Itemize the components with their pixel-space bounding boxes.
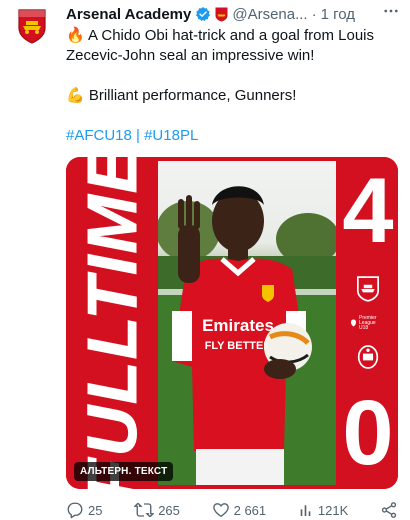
tweet-media-image[interactable]: FULLTIME Emirates FLY BETTER 4 Premier L… bbox=[66, 157, 398, 489]
repost-icon bbox=[134, 502, 155, 518]
timestamp[interactable]: 1 год bbox=[321, 6, 355, 23]
avatar[interactable] bbox=[12, 6, 52, 46]
separator-dot: · bbox=[311, 5, 317, 23]
shirt-sponsor-2: FLY BETTER bbox=[205, 340, 272, 352]
repost-count: 265 bbox=[158, 502, 180, 518]
arsenal-logo-icon bbox=[354, 275, 382, 303]
like-count: 2 661 bbox=[233, 502, 267, 518]
team-logos: Premier League U18 bbox=[346, 275, 390, 371]
affiliate-crest-icon[interactable] bbox=[215, 7, 228, 22]
tweet-actions: 25 265 2 661 121K bbox=[66, 500, 398, 520]
repost-button[interactable]: 265 bbox=[134, 501, 180, 519]
southampton-logo-icon bbox=[354, 343, 382, 371]
reply-count: 25 bbox=[88, 502, 103, 518]
tweet-line-2: 💪 Brilliant performance, Gunners! bbox=[66, 87, 297, 104]
verified-badge-icon bbox=[195, 6, 211, 22]
player-photo: Emirates FLY BETTER bbox=[158, 161, 336, 485]
tweet-line-1: 🔥 A Chido Obi hat-trick and a goal from … bbox=[66, 27, 374, 64]
share-icon bbox=[381, 502, 397, 518]
score-southampton: 0 bbox=[342, 382, 394, 484]
fulltime-banner: FULLTIME bbox=[70, 157, 154, 489]
premier-league-text: Premier League U18 bbox=[359, 314, 377, 331]
score-arsenal: 4 bbox=[342, 160, 394, 262]
tweet-text: 🔥 A Chido Obi hat-trick and a goal from … bbox=[66, 26, 402, 146]
reply-icon bbox=[67, 502, 83, 519]
views-count: 121K bbox=[317, 502, 349, 518]
heart-icon bbox=[212, 503, 229, 518]
hashtag-separator: | bbox=[131, 127, 145, 144]
hashtag-link[interactable]: #U18PL bbox=[144, 127, 198, 144]
arsenal-crest-icon bbox=[18, 9, 46, 44]
reply-button[interactable]: 25 bbox=[66, 501, 102, 519]
hashtag-link[interactable]: #AFCU18 bbox=[66, 127, 132, 144]
fulltime-text: FULLTIME bbox=[73, 157, 152, 489]
views-button[interactable]: 121K bbox=[298, 502, 348, 518]
alt-text-badge[interactable]: АЛЬТЕРН. ТЕКСТ bbox=[74, 462, 174, 481]
author-name[interactable]: Arsenal Academy bbox=[66, 6, 191, 23]
player-illustration: Emirates FLY BETTER bbox=[158, 186, 336, 485]
share-button[interactable] bbox=[380, 501, 398, 519]
premier-league-logo-icon: Premier League U18 bbox=[350, 313, 386, 333]
views-icon bbox=[300, 505, 311, 516]
hashtags: #AFCU18 | #U18PL bbox=[66, 126, 402, 146]
like-button[interactable]: 2 661 bbox=[212, 501, 267, 519]
tweet-header: Arsenal Academy @Arsena... · 1 год bbox=[66, 4, 400, 24]
shirt-sponsor: Emirates bbox=[202, 316, 274, 335]
author-handle[interactable]: @Arsena... bbox=[232, 6, 307, 23]
more-icon[interactable] bbox=[382, 2, 400, 25]
